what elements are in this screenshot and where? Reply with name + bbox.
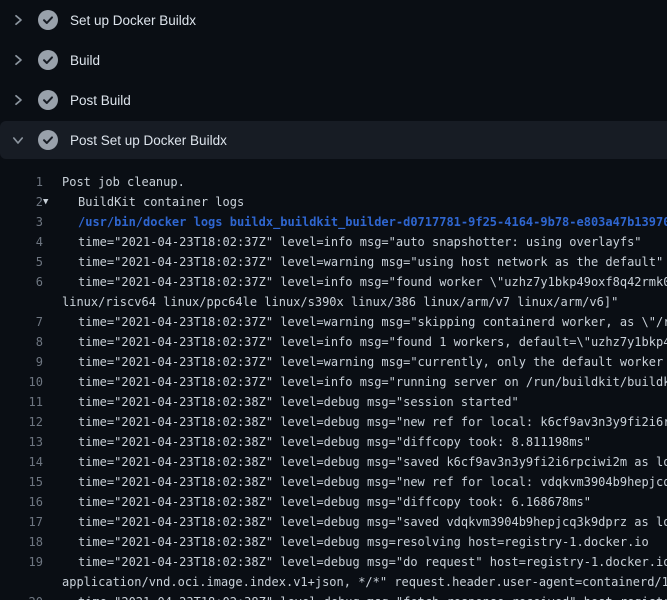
log-line: 19 time="2021-04-23T18:02:38Z" level=deb… bbox=[0, 552, 667, 572]
step-title: Build bbox=[70, 53, 100, 68]
log-line-number[interactable]: 5 bbox=[0, 252, 43, 272]
step-title: Post Build bbox=[70, 93, 131, 108]
log-line-text: time="2021-04-23T18:02:38Z" level=debug … bbox=[78, 512, 667, 532]
log-line-number bbox=[0, 572, 43, 592]
log-line-number[interactable]: 16 bbox=[0, 492, 43, 512]
step-header-post-set-up-docker-buildx[interactable]: Post Set up Docker Buildx bbox=[0, 121, 667, 159]
log-line-text: application/vnd.oci.image.index.v1+json,… bbox=[62, 572, 667, 592]
log-line-number[interactable]: 6 bbox=[0, 272, 43, 292]
group-collapse-icon[interactable]: ▼ bbox=[43, 192, 59, 212]
log-line-text: time="2021-04-23T18:02:37Z" level=info m… bbox=[78, 272, 667, 292]
log-line: 15 time="2021-04-23T18:02:38Z" level=deb… bbox=[0, 472, 667, 492]
log-line-text: time="2021-04-23T18:02:37Z" level=warnin… bbox=[78, 252, 663, 272]
log-line: linux/riscv64 linux/ppc64le linux/s390x … bbox=[0, 292, 667, 312]
log-line: 7 time="2021-04-23T18:02:37Z" level=warn… bbox=[0, 312, 667, 332]
log-line-number[interactable]: 2 bbox=[0, 192, 43, 212]
log-line-number[interactable]: 4 bbox=[0, 232, 43, 252]
check-circle-icon bbox=[38, 130, 58, 150]
log-line: 9 time="2021-04-23T18:02:37Z" level=warn… bbox=[0, 352, 667, 372]
chevron-right-icon bbox=[10, 52, 26, 68]
step-header-post-build[interactable]: Post Build bbox=[0, 80, 667, 120]
log-group-line[interactable]: 2 ▼ BuildKit container logs bbox=[0, 192, 667, 212]
log-line: 4 time="2021-04-23T18:02:37Z" level=info… bbox=[0, 232, 667, 252]
log-line-number[interactable]: 15 bbox=[0, 472, 43, 492]
log-line: 17 time="2021-04-23T18:02:38Z" level=deb… bbox=[0, 512, 667, 532]
log-line-number[interactable]: 9 bbox=[0, 352, 43, 372]
log-line-text: linux/riscv64 linux/ppc64le linux/s390x … bbox=[62, 292, 618, 312]
chevron-down-icon bbox=[10, 132, 26, 148]
log-line-text: time="2021-04-23T18:02:38Z" level=debug … bbox=[78, 552, 667, 572]
log-line-text: time="2021-04-23T18:02:37Z" level=info m… bbox=[78, 232, 642, 252]
step-header-build[interactable]: Build bbox=[0, 40, 667, 80]
log-line-number[interactable]: 20 bbox=[0, 592, 43, 600]
chevron-right-icon bbox=[10, 92, 26, 108]
log-line-text: Post job cleanup. bbox=[62, 172, 185, 192]
log-line: 13 time="2021-04-23T18:02:38Z" level=deb… bbox=[0, 432, 667, 452]
log-line-text: time="2021-04-23T18:02:38Z" level=debug … bbox=[78, 392, 519, 412]
log-line: 20 time="2021-04-23T18:02:38Z" level=deb… bbox=[0, 592, 667, 600]
log-line-number[interactable]: 12 bbox=[0, 412, 43, 432]
log-line-text: time="2021-04-23T18:02:38Z" level=debug … bbox=[78, 532, 649, 552]
log-line-text: time="2021-04-23T18:02:38Z" level=debug … bbox=[78, 452, 667, 472]
log-line-number[interactable]: 1 bbox=[0, 172, 43, 192]
log-line-text: time="2021-04-23T18:02:38Z" level=debug … bbox=[78, 592, 667, 600]
log-line: 8 time="2021-04-23T18:02:37Z" level=info… bbox=[0, 332, 667, 352]
step-header-set-up-docker-buildx[interactable]: Set up Docker Buildx bbox=[0, 0, 667, 40]
log-line: 6 time="2021-04-23T18:02:37Z" level=info… bbox=[0, 272, 667, 292]
check-circle-icon bbox=[38, 90, 58, 110]
log-line: 10 time="2021-04-23T18:02:37Z" level=inf… bbox=[0, 372, 667, 392]
log-lines: 1 Post job cleanup. 2 ▼ BuildKit containe… bbox=[0, 160, 667, 600]
log-line: 16 time="2021-04-23T18:02:38Z" level=deb… bbox=[0, 492, 667, 512]
log-line: 5 time="2021-04-23T18:02:37Z" level=warn… bbox=[0, 252, 667, 272]
step-list: Set up Docker Buildx Build P bbox=[0, 0, 667, 159]
log-line-number[interactable]: 7 bbox=[0, 312, 43, 332]
log-line-text: time="2021-04-23T18:02:37Z" level=warnin… bbox=[78, 312, 667, 332]
log-line-text: time="2021-04-23T18:02:38Z" level=debug … bbox=[78, 432, 591, 452]
log-line-number bbox=[0, 292, 43, 312]
log-line: 3 /usr/bin/docker logs buildx_buildkit_b… bbox=[0, 212, 667, 232]
log-line: 12 time="2021-04-23T18:02:38Z" level=deb… bbox=[0, 412, 667, 432]
log-line-text: time="2021-04-23T18:02:38Z" level=debug … bbox=[78, 472, 667, 492]
actions-log-viewer: Set up Docker Buildx Build P bbox=[0, 0, 667, 600]
log-line-number[interactable]: 14 bbox=[0, 452, 43, 472]
log-command-text: /usr/bin/docker logs buildx_buildkit_bui… bbox=[78, 212, 667, 232]
log-line-number[interactable]: 10 bbox=[0, 372, 43, 392]
log-line: 18 time="2021-04-23T18:02:38Z" level=deb… bbox=[0, 532, 667, 552]
log-line-number[interactable]: 13 bbox=[0, 432, 43, 452]
log-line-text: time="2021-04-23T18:02:37Z" level=info m… bbox=[78, 372, 667, 392]
log-line-number[interactable]: 19 bbox=[0, 552, 43, 572]
log-line-text: BuildKit container logs bbox=[78, 192, 244, 212]
check-circle-icon bbox=[38, 10, 58, 30]
step-title: Post Set up Docker Buildx bbox=[70, 133, 227, 148]
log-line: 1 Post job cleanup. bbox=[0, 172, 667, 192]
step-title: Set up Docker Buildx bbox=[70, 13, 196, 28]
log-line-number[interactable]: 17 bbox=[0, 512, 43, 532]
log-line-text: time="2021-04-23T18:02:38Z" level=debug … bbox=[78, 492, 591, 512]
log-line-number[interactable]: 3 bbox=[0, 212, 43, 232]
log-line-number[interactable]: 11 bbox=[0, 392, 43, 412]
log-line-text: time="2021-04-23T18:02:37Z" level=warnin… bbox=[78, 352, 667, 372]
log-line: 11 time="2021-04-23T18:02:38Z" level=deb… bbox=[0, 392, 667, 412]
chevron-right-icon bbox=[10, 12, 26, 28]
log-line: application/vnd.oci.image.index.v1+json,… bbox=[0, 572, 667, 592]
log-line-number[interactable]: 8 bbox=[0, 332, 43, 352]
log-line-number[interactable]: 18 bbox=[0, 532, 43, 552]
log-line-text: time="2021-04-23T18:02:38Z" level=debug … bbox=[78, 412, 667, 432]
log-line-text: time="2021-04-23T18:02:37Z" level=info m… bbox=[78, 332, 667, 352]
log-line: 14 time="2021-04-23T18:02:38Z" level=deb… bbox=[0, 452, 667, 472]
check-circle-icon bbox=[38, 50, 58, 70]
